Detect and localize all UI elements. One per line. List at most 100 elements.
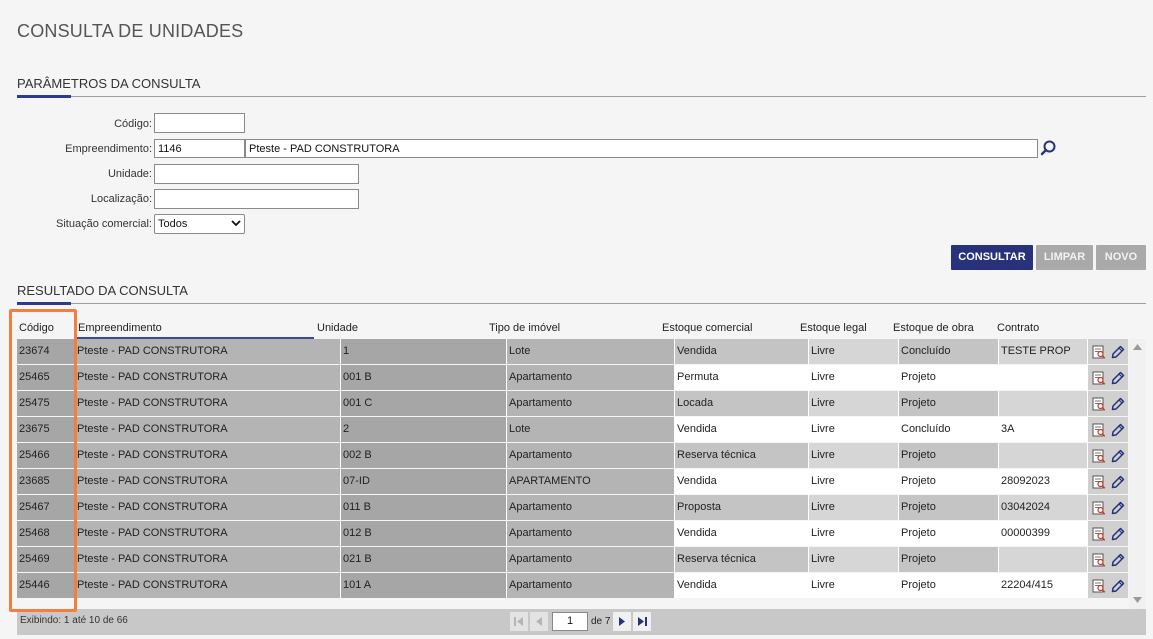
localizacao-input[interactable] (154, 189, 359, 209)
cell-unidade: 2 (341, 417, 507, 442)
row-actions (1088, 391, 1128, 416)
cell-estoque-obra: Projeto (899, 547, 999, 572)
localizacao-label: Localização: (90, 193, 152, 205)
limpar-button[interactable]: LIMPAR (1036, 245, 1093, 270)
table-row[interactable]: 25446 Pteste - PAD CONSTRUTORA 101 A Aparta… (17, 573, 1128, 598)
column-header-empreendimento[interactable]: Empreendimento (78, 322, 162, 334)
cell-tipo-imovel: Apartamento (507, 495, 675, 520)
results-section-title: RESULTADO DA CONSULTA (17, 283, 188, 298)
row-actions (1088, 547, 1128, 572)
edit-pencil-icon[interactable] (1111, 423, 1125, 437)
cell-tipo-imovel: Apartamento (507, 521, 675, 546)
column-header-estoque-legal[interactable]: Estoque legal (800, 322, 867, 334)
search-icon[interactable] (1039, 139, 1058, 158)
cell-estoque-comercial: Proposta (675, 495, 809, 520)
view-details-icon[interactable] (1092, 397, 1106, 411)
view-details-icon[interactable] (1092, 501, 1106, 515)
cell-unidade: 001 B (341, 365, 507, 390)
row-actions (1088, 443, 1128, 468)
scroll-up-icon[interactable] (1133, 344, 1142, 350)
table-row[interactable]: 25467 Pteste - PAD CONSTRUTORA 011 B Aparta… (17, 495, 1128, 520)
view-details-icon[interactable] (1092, 579, 1106, 593)
table-row[interactable]: 25466 Pteste - PAD CONSTRUTORA 002 B Aparta… (17, 443, 1128, 468)
edit-pencil-icon[interactable] (1111, 475, 1125, 489)
empreendimento-code-input[interactable]: 1146 (154, 139, 245, 158)
last-page-button[interactable] (633, 612, 651, 631)
cell-estoque-legal: Livre (809, 547, 899, 572)
table-row[interactable]: 23685 Pteste - PAD CONSTRUTORA 07-ID APARTA… (17, 469, 1128, 494)
next-page-button[interactable] (613, 612, 631, 631)
view-details-icon[interactable] (1092, 527, 1106, 541)
consultar-button[interactable]: CONSULTAR (951, 245, 1033, 270)
table-row[interactable]: 25465 Pteste - PAD CONSTRUTORA 001 B Aparta… (17, 365, 1128, 390)
params-section-title: PARÂMETROS DA CONSULTA (17, 76, 201, 91)
cell-estoque-obra: Projeto (899, 365, 999, 390)
cell-estoque-obra: Projeto (899, 443, 999, 468)
cell-estoque-legal: Livre (809, 521, 899, 546)
scroll-down-icon[interactable] (1133, 597, 1142, 603)
cell-estoque-legal: Livre (809, 469, 899, 494)
table-row[interactable]: 25475 Pteste - PAD CONSTRUTORA 001 C Aparta… (17, 391, 1128, 416)
view-details-icon[interactable] (1092, 423, 1106, 437)
table-row[interactable]: 23675 Pteste - PAD CONSTRUTORA 2 Lote Vendid… (17, 417, 1128, 442)
results-divider (17, 303, 1146, 304)
chevron-down-icon (231, 220, 241, 227)
cell-empreendimento: Pteste - PAD CONSTRUTORA (75, 417, 341, 442)
edit-pencil-icon[interactable] (1111, 449, 1125, 463)
view-details-icon[interactable] (1092, 371, 1106, 385)
cell-estoque-obra: Projeto (899, 391, 999, 416)
view-details-icon[interactable] (1092, 449, 1106, 463)
cell-estoque-comercial: Vendida (675, 339, 809, 364)
column-header-contrato[interactable]: Contrato (997, 322, 1039, 334)
cell-estoque-legal: Livre (809, 573, 899, 598)
view-details-icon[interactable] (1092, 553, 1106, 567)
edit-pencil-icon[interactable] (1111, 579, 1125, 593)
column-header-estoque-obra[interactable]: Estoque de obra (893, 322, 974, 334)
cell-tipo-imovel: Apartamento (507, 365, 675, 390)
cell-contrato: 3A (999, 417, 1088, 442)
unidade-input[interactable] (154, 164, 359, 184)
table-row[interactable]: 25469 Pteste - PAD CONSTRUTORA 021 B Aparta… (17, 547, 1128, 572)
cell-estoque-comercial: Reserva técnica (675, 443, 809, 468)
cell-contrato: 28092023 (999, 469, 1088, 494)
cell-empreendimento: Pteste - PAD CONSTRUTORA (75, 573, 341, 598)
edit-pencil-icon[interactable] (1111, 371, 1125, 385)
edit-pencil-icon[interactable] (1111, 345, 1125, 359)
cell-contrato (999, 443, 1088, 468)
page-number-input[interactable]: 1 (552, 612, 588, 631)
results-scrollbar[interactable] (1129, 339, 1146, 609)
cell-tipo-imovel: APARTAMENTO (507, 469, 675, 494)
novo-button[interactable]: NOVO (1096, 245, 1146, 270)
edit-pencil-icon[interactable] (1111, 501, 1125, 515)
cell-estoque-comercial: Reserva técnica (675, 547, 809, 572)
cell-estoque-comercial: Vendida (675, 469, 809, 494)
edit-pencil-icon[interactable] (1111, 397, 1125, 411)
row-actions (1088, 495, 1128, 520)
empreendimento-name-input[interactable]: Pteste - PAD CONSTRUTORA (245, 139, 1038, 158)
view-details-icon[interactable] (1092, 345, 1106, 359)
column-header-estoque-comercial[interactable]: Estoque comercial (662, 322, 753, 334)
cell-estoque-legal: Livre (809, 339, 899, 364)
cell-empreendimento: Pteste - PAD CONSTRUTORA (75, 547, 341, 572)
cell-estoque-legal: Livre (809, 443, 899, 468)
cell-estoque-comercial: Locada (675, 391, 809, 416)
situacao-label: Situação comercial: (56, 218, 152, 230)
cell-empreendimento: Pteste - PAD CONSTRUTORA (75, 521, 341, 546)
situacao-select[interactable]: Todos (154, 214, 245, 234)
view-details-icon[interactable] (1092, 475, 1106, 489)
column-header-unidade[interactable]: Unidade (317, 322, 358, 334)
empreendimento-label: Empreendimento: (65, 143, 152, 155)
page-count-label: de 7 (591, 616, 611, 627)
edit-pencil-icon[interactable] (1111, 527, 1125, 541)
first-page-button[interactable] (510, 612, 528, 631)
prev-page-button[interactable] (530, 612, 548, 631)
situacao-select-value: Todos (158, 218, 188, 230)
cell-empreendimento: Pteste - PAD CONSTRUTORA (75, 469, 341, 494)
column-header-tipo-imovel[interactable]: Tipo de imóvel (489, 322, 560, 334)
table-row[interactable]: 23674 Pteste - PAD CONSTRUTORA 1 Lote Vendid… (17, 339, 1128, 364)
cell-estoque-obra: Concluído (899, 417, 999, 442)
edit-pencil-icon[interactable] (1111, 553, 1125, 567)
cell-tipo-imovel: Apartamento (507, 573, 675, 598)
table-row[interactable]: 25468 Pteste - PAD CONSTRUTORA 012 B Aparta… (17, 521, 1128, 546)
codigo-input[interactable] (154, 113, 245, 133)
